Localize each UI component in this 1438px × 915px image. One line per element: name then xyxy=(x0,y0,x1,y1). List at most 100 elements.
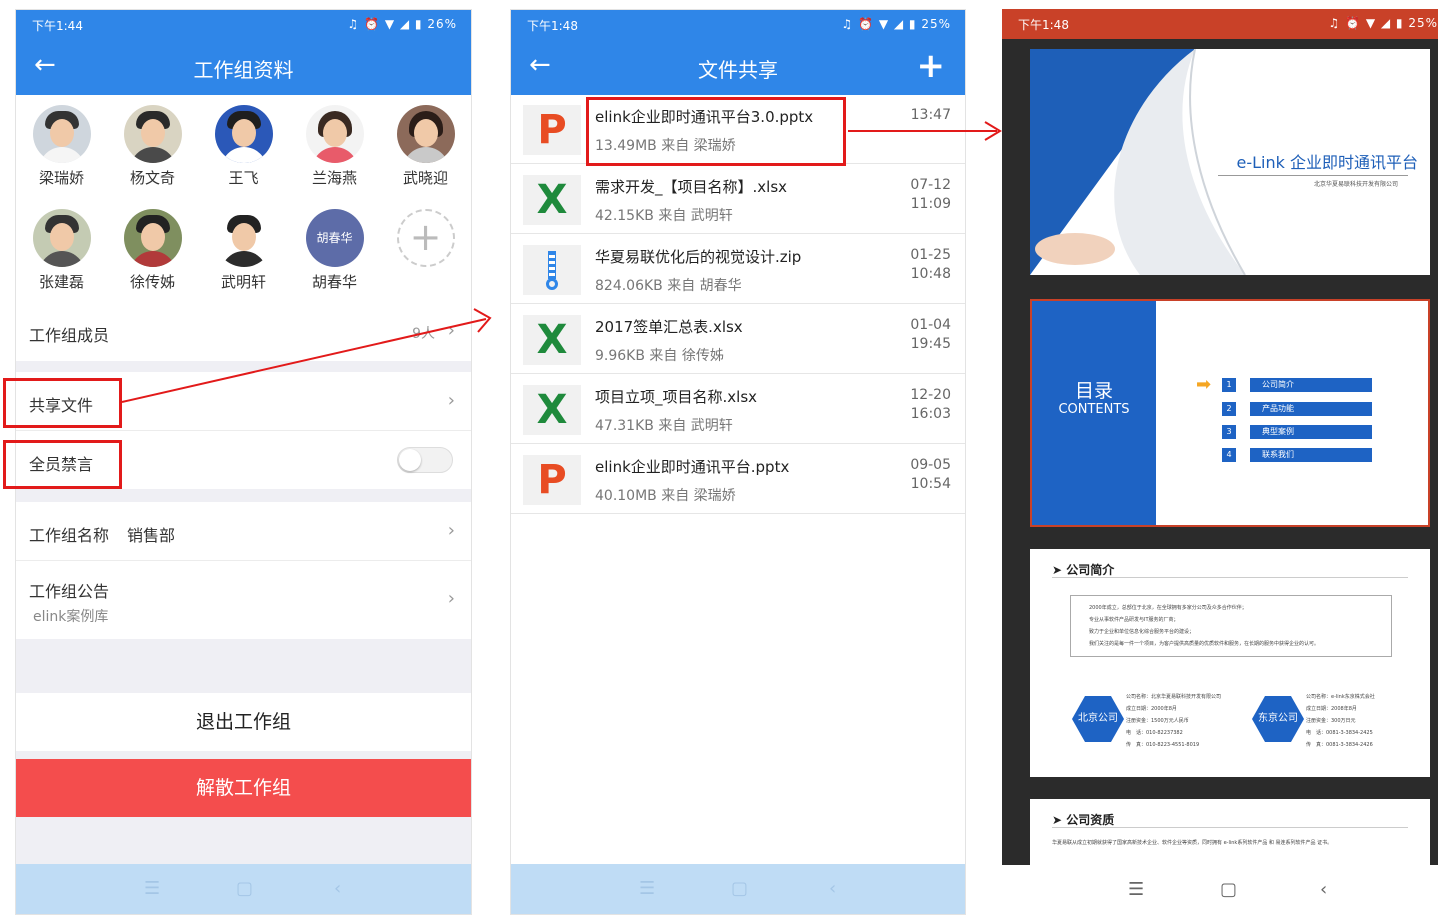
group-name-label: 工作组名称 xyxy=(29,526,110,545)
highlight-shared-files xyxy=(3,378,122,428)
company-a-badge: 北京公司 xyxy=(1072,696,1124,742)
file-meta: 824.06KB 来自 胡春华 xyxy=(595,278,742,294)
file-name: 华夏易联优化后的视觉设计.zip xyxy=(595,248,802,266)
file-item[interactable]: X 2017签单汇总表.xlsx 9.96KB 来自 徐传姊 01-04 19:4… xyxy=(511,305,965,374)
arrowhead xyxy=(473,308,492,333)
plus-icon: + xyxy=(396,209,455,267)
file-item[interactable]: 华夏易联优化后的视觉设计.zip 824.06KB 来自 胡春华 01-25 10… xyxy=(511,235,965,304)
file-date: 01-04 19:45 xyxy=(910,317,951,352)
back-icon[interactable]: ‹ xyxy=(334,878,341,899)
group-notice-value: elink案例库 xyxy=(33,609,109,625)
member-wangfei[interactable]: 王飞 xyxy=(198,105,289,188)
menu-icon[interactable]: ☰ xyxy=(144,878,160,899)
mute-all-toggle[interactable] xyxy=(397,447,453,473)
system-nav-bar: ☰ ▢ ‹ xyxy=(511,864,965,914)
member-wuxiaoying[interactable]: 武晓迎 xyxy=(380,105,471,188)
add-member-button[interactable]: + xyxy=(380,209,471,267)
file-date: 13:47 xyxy=(910,107,951,123)
arrowhead xyxy=(984,121,1002,141)
file-name: 项目立项_项目名称.xlsx xyxy=(595,388,758,406)
app-bar: ← 文件共享 + xyxy=(511,40,965,95)
slide-title: e-Link 企业即时通讯平台 xyxy=(1236,153,1418,172)
menu-icon[interactable]: ☰ xyxy=(1128,879,1144,900)
group-notice-label: 工作组公告 xyxy=(29,582,110,601)
member-name: 胡春华 xyxy=(311,273,357,291)
file-item[interactable]: X 需求开发_【项目名称】.xlsx 42.15KB 来自 武明轩 07-12 1… xyxy=(511,165,965,234)
member-huchunhua[interactable]: 胡春华 胡春华 xyxy=(289,209,380,292)
page-title: 文件共享 xyxy=(698,58,778,82)
status-bar: 下午1:48 ♫ ⏰ ▼ ◢ ▮ 25% xyxy=(1002,9,1438,39)
chevron-right-icon: › xyxy=(447,520,455,541)
avatar xyxy=(32,105,91,163)
excel-file-icon: X xyxy=(523,175,581,225)
home-icon[interactable]: ▢ xyxy=(731,878,748,899)
group-name-row[interactable]: 工作组名称 销售部 › xyxy=(16,502,471,560)
add-file-icon[interactable]: + xyxy=(917,46,946,86)
status-bar: 下午1:48 ♫ ⏰ ▼ ◢ ▮ 25% xyxy=(511,10,965,40)
status-bar: 下午1:44 ♫ ⏰ ▼ ◢ ▮ 26% xyxy=(16,10,471,40)
zip-file-icon xyxy=(523,245,581,295)
file-meta: 9.96KB 来自 徐传姊 xyxy=(595,348,724,364)
home-icon[interactable]: ▢ xyxy=(236,878,253,899)
group-notice-row[interactable]: 工作组公告 elink案例库 › xyxy=(16,561,471,639)
slide-qualifications[interactable]: ➤ 公司资质 华夏易联从成立初期就获得了国家高新技术企业、软件企业等资质，同时拥… xyxy=(1030,799,1430,865)
chevron-right-icon: › xyxy=(447,588,455,609)
member-name: 杨文奇 xyxy=(129,169,175,187)
menu-icon[interactable]: ☰ xyxy=(639,878,655,899)
slide-heading: ➤ 公司简介 xyxy=(1052,563,1115,577)
avatar xyxy=(214,105,273,163)
slide-contents[interactable]: 目录 CONTENTS ➡ 1 公司简介 2 产品功能 3 典型案例 4 联系我们 xyxy=(1030,299,1430,527)
file-item[interactable]: P elink企业即时通讯平台.pptx 40.10MB 来自 梁瑞娇 09-0… xyxy=(511,445,965,514)
file-meta: 47.31KB 来自 武明轩 xyxy=(595,418,733,434)
member-yangwenqi[interactable]: 杨文奇 xyxy=(107,105,198,188)
exit-group-button[interactable]: 退出工作组 xyxy=(16,693,471,751)
status-icons: ♫ ⏰ ▼ ◢ ▮ 25% xyxy=(1328,16,1438,30)
ppt-preview-screen: 下午1:48 ♫ ⏰ ▼ ◢ ▮ 25% e-Link 企业即时通讯平台 北京华… xyxy=(1002,9,1438,915)
file-item[interactable]: X 项目立项_项目名称.xlsx 47.31KB 来自 武明轩 12-20 16:… xyxy=(511,375,965,444)
back-icon[interactable]: ‹ xyxy=(829,878,836,899)
status-time: 下午1:48 xyxy=(1018,18,1069,32)
file-list: P elink企业即时通讯平台3.0.pptx 13.49MB 来自 梁瑞娇 1… xyxy=(511,95,965,866)
file-name: elink企业即时通讯平台.pptx xyxy=(595,458,790,476)
avatar: 胡春华 xyxy=(305,209,364,267)
title-divider xyxy=(1218,175,1408,176)
slide-subtitle: 北京华夏易联科技开发有限公司 xyxy=(1313,181,1398,188)
slide-heading: ➤ 公司资质 xyxy=(1052,813,1115,827)
file-name: 需求开发_【项目名称】.xlsx xyxy=(595,178,788,196)
back-icon[interactable]: ‹ xyxy=(1320,879,1327,900)
member-wumingxuan[interactable]: 武明轩 xyxy=(198,209,289,292)
member-count-value: 9人 xyxy=(412,326,435,342)
avatar xyxy=(305,105,364,163)
member-liangruijiao[interactable]: 梁瑞娇 xyxy=(16,105,107,188)
slide-cover[interactable]: e-Link 企业即时通讯平台 北京华夏易联科技开发有限公司 xyxy=(1030,49,1430,275)
group-name-value: 销售部 xyxy=(127,526,176,545)
excel-file-icon: X xyxy=(523,385,581,435)
avatar xyxy=(123,105,182,163)
member-name: 兰海燕 xyxy=(311,169,357,187)
system-nav-bar: ☰ ▢ ‹ xyxy=(1002,865,1438,915)
dissolve-group-button[interactable]: 解散工作组 xyxy=(16,759,471,817)
member-name: 王飞 xyxy=(228,169,259,187)
chevron-right-icon: › xyxy=(447,390,455,411)
status-time: 下午1:48 xyxy=(527,19,578,33)
member-name: 张建磊 xyxy=(38,273,84,291)
highlight-first-file xyxy=(586,97,846,166)
member-lanhaiyan[interactable]: 兰海燕 xyxy=(289,105,380,188)
member-grid: 梁瑞娇 杨文奇 王飞 兰海燕 武晓迎 张建磊 徐传姊 武明轩 胡春华 胡春华 + xyxy=(16,95,471,303)
home-icon[interactable]: ▢ xyxy=(1220,879,1237,900)
member-zhangjianlei[interactable]: 张建磊 xyxy=(16,209,107,292)
status-icons: ♫ ⏰ ▼ ◢ ▮ 26% xyxy=(347,17,457,31)
member-count-label: 工作组成员 xyxy=(29,326,110,345)
member-count-row[interactable]: 工作组成员 9人 › xyxy=(16,303,471,361)
contents-subtitle: CONTENTS xyxy=(1058,402,1130,417)
app-bar: ← 工作组资料 xyxy=(16,40,471,95)
member-xuchuanzi[interactable]: 徐传姊 xyxy=(107,209,198,292)
chevron-right-icon: › xyxy=(447,320,455,341)
file-meta: 42.15KB 来自 武明轩 xyxy=(595,208,733,224)
file-date: 12-20 16:03 xyxy=(910,387,951,422)
file-meta: 40.10MB 来自 梁瑞娇 xyxy=(595,488,736,504)
avatar xyxy=(396,105,455,163)
slide-company-intro[interactable]: ➤ 公司简介 2000年成立，总部位于北京，在全球拥有多家分公司及众多合作伙伴；… xyxy=(1030,549,1430,777)
avatar xyxy=(214,209,273,267)
status-time: 下午1:44 xyxy=(32,19,83,33)
